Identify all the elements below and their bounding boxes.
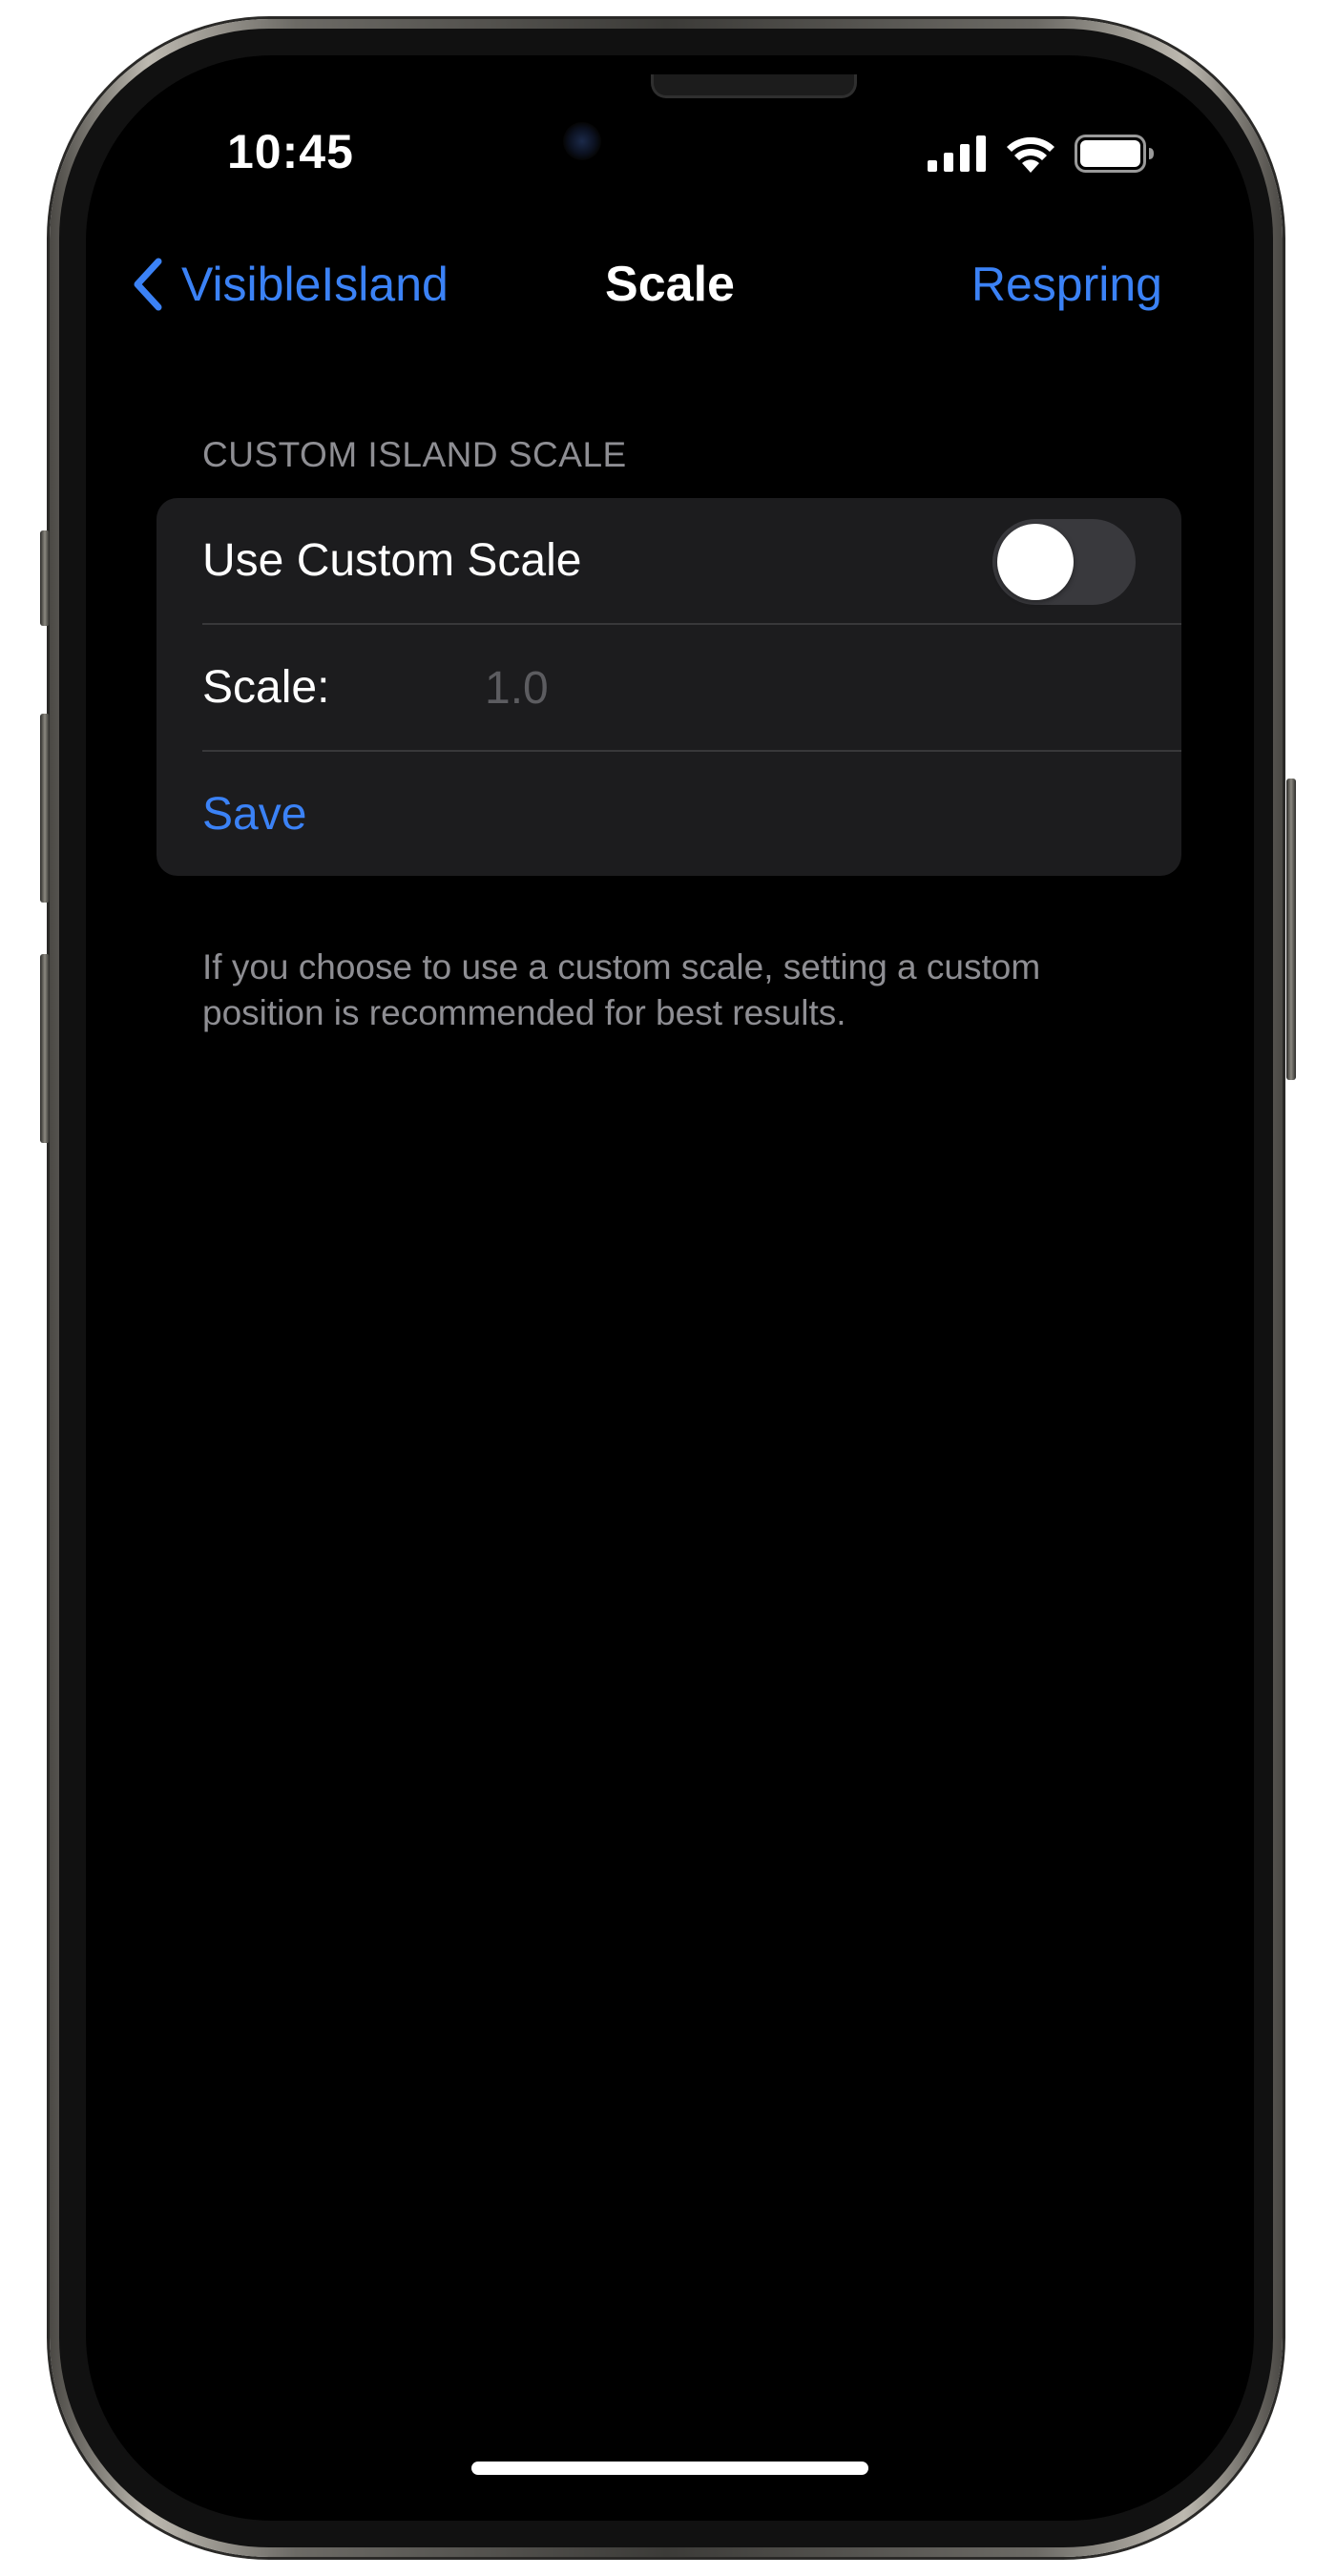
save-row: Save bbox=[157, 752, 1181, 876]
status-icons bbox=[928, 132, 1155, 179]
respring-button[interactable]: Respring bbox=[971, 246, 1162, 322]
save-button[interactable]: Save bbox=[202, 752, 306, 876]
silent-switch bbox=[40, 530, 50, 626]
home-indicator[interactable] bbox=[471, 2462, 868, 2475]
scale-input[interactable] bbox=[485, 654, 1105, 722]
volume-up-button bbox=[40, 714, 50, 903]
use-custom-scale-row: Use Custom Scale bbox=[157, 498, 1181, 624]
wifi-icon bbox=[1006, 135, 1055, 177]
scale-row: Scale: bbox=[157, 625, 1181, 751]
section-footer: If you choose to use a custom scale, set… bbox=[202, 947, 1041, 1032]
screen: 10:45 VisibleIsland Scale Respring CUSTO… bbox=[86, 55, 1254, 2521]
volume-down-button bbox=[40, 954, 50, 1143]
power-button bbox=[1286, 779, 1296, 1080]
front-camera-icon bbox=[563, 122, 601, 160]
battery-icon bbox=[1075, 134, 1155, 177]
scale-label: Scale: bbox=[202, 662, 330, 713]
earpiece-speaker bbox=[651, 74, 857, 98]
toggle-knob bbox=[997, 524, 1074, 600]
use-custom-scale-label: Use Custom Scale bbox=[202, 535, 582, 586]
status-time: 10:45 bbox=[227, 125, 354, 178]
cellular-signal-icon bbox=[928, 135, 987, 177]
use-custom-scale-toggle[interactable] bbox=[992, 519, 1136, 605]
settings-group: Use Custom Scale Scale: Save bbox=[157, 498, 1181, 876]
section-header: CUSTOM ISLAND SCALE bbox=[202, 435, 627, 474]
